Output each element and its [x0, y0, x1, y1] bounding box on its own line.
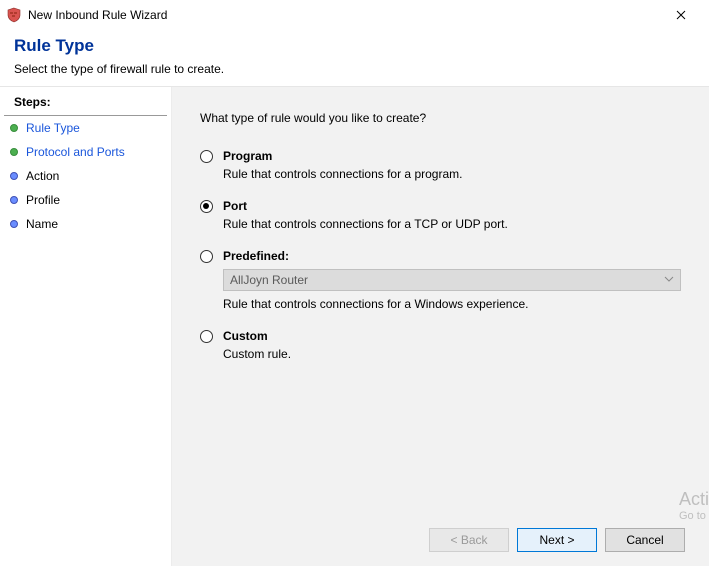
step-bullet-icon	[10, 220, 18, 228]
content-prompt: What type of rule would you like to crea…	[200, 111, 681, 125]
next-button[interactable]: Next >	[517, 528, 597, 552]
step-name[interactable]: Name	[0, 212, 171, 236]
option-title: Port	[223, 199, 681, 213]
watermark-line2: Go to Settings to activate Windows.	[679, 510, 709, 522]
step-bullet-icon	[10, 124, 18, 132]
option-body: Program Rule that controls connections f…	[223, 149, 681, 181]
radio-port[interactable]	[200, 200, 213, 213]
option-body: Port Rule that controls connections for …	[223, 199, 681, 231]
option-predefined[interactable]: Predefined: AllJoyn Router Rule that con…	[200, 249, 681, 311]
dropdown-value: AllJoyn Router	[230, 273, 308, 287]
step-label: Action	[26, 169, 59, 183]
steps-title: Steps:	[4, 91, 167, 116]
option-description: Rule that controls connections for a Win…	[223, 297, 681, 311]
option-description: Rule that controls connections for a TCP…	[223, 217, 681, 231]
steps-sidebar: Steps: Rule Type Protocol and Ports Acti…	[0, 87, 172, 566]
option-title: Custom	[223, 329, 681, 343]
radio-custom[interactable]	[200, 330, 213, 343]
step-label: Protocol and Ports	[26, 145, 125, 159]
step-profile[interactable]: Profile	[0, 188, 171, 212]
radio-program[interactable]	[200, 150, 213, 163]
option-custom[interactable]: Custom Custom rule.	[200, 329, 681, 361]
step-label: Profile	[26, 193, 60, 207]
step-protocol-and-ports[interactable]: Protocol and Ports	[0, 140, 171, 164]
predefined-dropdown: AllJoyn Router	[223, 269, 681, 291]
step-label: Name	[26, 217, 58, 231]
activation-watermark: Activate Windows Go to Settings to activ…	[679, 490, 709, 534]
option-description: Rule that controls connections for a pro…	[223, 167, 681, 181]
titlebar: New Inbound Rule Wizard	[0, 0, 709, 30]
wizard-buttons: < Back Next > Cancel	[429, 528, 685, 552]
option-program[interactable]: Program Rule that controls connections f…	[200, 149, 681, 181]
option-description: Custom rule.	[223, 347, 681, 361]
close-button[interactable]	[661, 0, 701, 30]
option-body: Custom Custom rule.	[223, 329, 681, 361]
close-icon	[676, 8, 686, 23]
watermark-line1: Activate Windows	[679, 490, 709, 510]
step-label: Rule Type	[26, 121, 80, 135]
option-title: Predefined:	[223, 249, 681, 263]
page-title: Rule Type	[14, 36, 695, 56]
chevron-down-icon	[664, 274, 674, 287]
window-title: New Inbound Rule Wizard	[28, 8, 661, 22]
page-subtitle: Select the type of firewall rule to crea…	[14, 62, 695, 76]
step-bullet-icon	[10, 148, 18, 156]
button-label: Cancel	[626, 533, 663, 547]
option-title: Program	[223, 149, 681, 163]
step-bullet-icon	[10, 172, 18, 180]
radio-predefined[interactable]	[200, 250, 213, 263]
step-bullet-icon	[10, 196, 18, 204]
step-action[interactable]: Action	[0, 164, 171, 188]
page-header: Rule Type Select the type of firewall ru…	[0, 30, 709, 86]
option-port[interactable]: Port Rule that controls connections for …	[200, 199, 681, 231]
back-button: < Back	[429, 528, 509, 552]
wizard-body: Steps: Rule Type Protocol and Ports Acti…	[0, 86, 709, 566]
cancel-button[interactable]: Cancel	[605, 528, 685, 552]
wizard-content: What type of rule would you like to crea…	[172, 87, 709, 566]
option-body: Predefined: AllJoyn Router Rule that con…	[223, 249, 681, 311]
button-label: Next >	[539, 533, 574, 547]
button-label: < Back	[450, 533, 487, 547]
firewall-icon	[6, 7, 22, 23]
step-rule-type[interactable]: Rule Type	[0, 116, 171, 140]
